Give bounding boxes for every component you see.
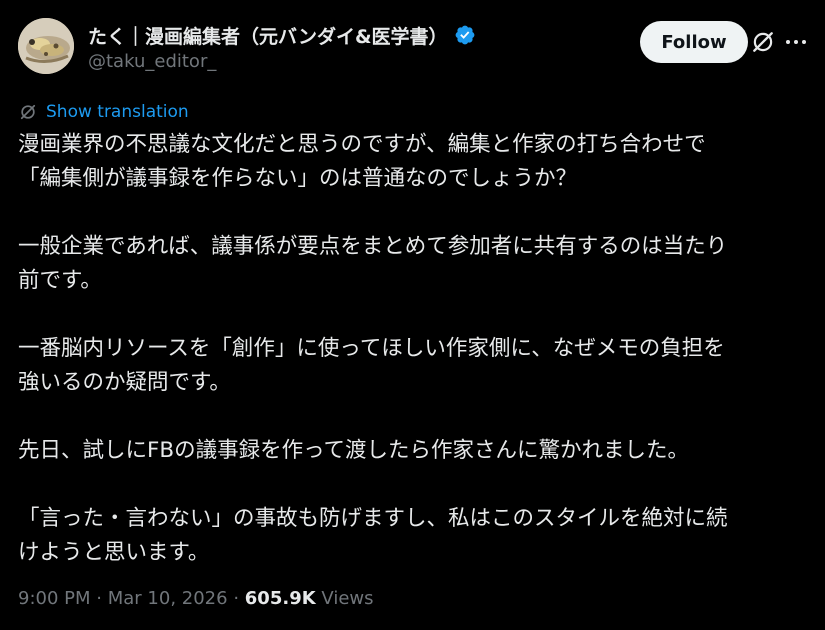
handle[interactable]: @taku_editor_ xyxy=(88,51,476,72)
author-names: たく｜漫画編集者（元バンダイ&医学書） @taku_editor_ xyxy=(88,22,476,72)
grok-icon[interactable] xyxy=(750,29,776,55)
display-name[interactable]: たく｜漫画編集者（元バンダイ&医学書） xyxy=(88,22,448,49)
meta-separator: · xyxy=(96,588,102,609)
verified-badge-icon[interactable] xyxy=(454,24,476,46)
tweet-text: 漫画業界の不思議な文化だと思うのですが、編集と作家の打ち合わせで 「編集側が議事… xyxy=(18,128,808,570)
tweet-meta: 9:00 PM · Mar 10, 2026 · 605.9K Views xyxy=(18,588,374,609)
views-count[interactable]: 605.9K xyxy=(245,588,316,609)
tweet-line: 一番脳内リソースを「創作」に使ってほしい作家側に、なぜメモの負担を xyxy=(18,336,725,361)
more-options-icon[interactable] xyxy=(784,34,808,50)
tweet-header: たく｜漫画編集者（元バンダイ&医学書） @taku_editor_ Follow xyxy=(18,16,808,76)
meta-separator: · xyxy=(233,588,240,609)
tweet-line: 強いるのか疑問です。 xyxy=(18,370,231,395)
tweet-time[interactable]: 9:00 PM xyxy=(18,588,91,609)
translate-icon xyxy=(20,104,36,120)
tweet-line: 前です。 xyxy=(18,268,102,293)
show-translation[interactable]: Show translation xyxy=(18,101,189,123)
show-translation-label[interactable]: Show translation xyxy=(46,102,189,122)
tweet-line: 「言った・言わない」の事故も防げますし、私はこのスタイルを絶対に続 xyxy=(18,506,728,531)
tweet-date[interactable]: Mar 10, 2026 xyxy=(108,588,228,609)
follow-button[interactable]: Follow xyxy=(640,21,748,63)
tweet-line: 漫画業界の不思議な文化だと思うのですが、編集と作家の打ち合わせで xyxy=(18,132,706,157)
views-label: Views xyxy=(321,588,374,609)
tweet-line: 「編集側が議事録を作らない」のは普通なのでしょうか？ xyxy=(18,166,578,191)
tweet-line: けようと思います。 xyxy=(18,540,210,565)
tweet-line: 先日、試しにFBの議事録を作って渡したら作家さんに驚かれました。 xyxy=(18,438,690,463)
avatar[interactable] xyxy=(18,18,74,74)
avatar-image xyxy=(18,18,74,74)
tweet-line: 一般企業であれば、議事係が要点をまとめて参加者に共有するのは当たり xyxy=(18,234,728,259)
